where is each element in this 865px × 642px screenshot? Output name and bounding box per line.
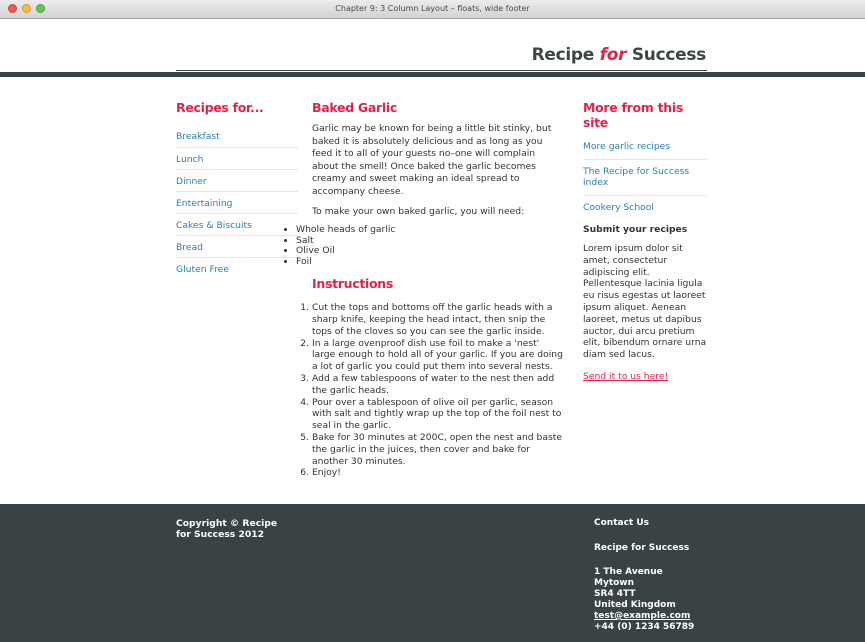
category-item: Bread (176, 235, 298, 257)
instruction-step: 6. Enjoy! (300, 467, 564, 479)
step-number: 5. (300, 431, 309, 443)
ingredient-list: Whole heads of garlic Salt Olive Oil Foi… (296, 225, 564, 267)
category-link-bread[interactable]: Bread (176, 242, 203, 253)
category-link-lunch[interactable]: Lunch (176, 154, 203, 165)
step-number: 3. (300, 372, 309, 384)
left-sidebar: Recipes for... Breakfast Lunch Dinner En… (176, 100, 298, 279)
contact-phone: +44 (0) 1234 56789 (594, 622, 695, 632)
right-sidebar: More from this site More garlic recipes … (583, 100, 707, 382)
step-number: 4. (300, 396, 309, 408)
instruction-step: 2. In a large ovenproof dish use foil to … (300, 337, 564, 373)
contact-heading: Contact Us (594, 518, 650, 528)
instruction-step: 3. Add a few tablespoons of water to the … (300, 372, 564, 397)
site-link-item: Cookery School (583, 194, 707, 220)
recipe-intro: Garlic may be known for being a little b… (312, 123, 552, 197)
site-logo[interactable]: Recipe for Success (531, 45, 707, 65)
category-link-dinner[interactable]: Dinner (176, 176, 207, 187)
category-item: Gluten Free (176, 257, 298, 279)
submit-recipes-heading: Submit your recipes (583, 224, 688, 235)
logo-word-success: Success (631, 45, 706, 65)
more-from-site-heading: More from this site (583, 100, 683, 130)
contact-block: Contact Us Recipe for Success 1 The Aven… (594, 518, 714, 633)
link-recipe-index[interactable]: The Recipe for Success index (583, 166, 689, 189)
step-text: Cut the tops and bottoms off the garlic … (312, 302, 553, 337)
step-text: Pour over a tablespoon of olive oil per … (312, 396, 562, 432)
category-item: Breakfast (176, 125, 298, 147)
step-text: Enjoy! (312, 467, 341, 479)
copyright-notice: Copyright © Recipe for Success 2012 (176, 518, 278, 540)
logo-word-recipe: Recipe (531, 45, 595, 65)
step-text: In a large ovenproof dish use foil to ma… (312, 337, 563, 373)
category-link-gluten-free[interactable]: Gluten Free (176, 264, 229, 275)
window-title: Chapter 9: 3 Column Layout – floats, wid… (335, 4, 530, 13)
site-link-item: More garlic recipes (583, 141, 707, 159)
recipe-category-list: Breakfast Lunch Dinner Entertaining Cake… (176, 125, 298, 279)
submit-recipes-text: Lorem ipsum dolor sit amet, consectetur … (583, 243, 707, 361)
instruction-step: 5. Bake for 30 minutes at 200C, open the … (300, 431, 564, 467)
ingredient-item: Olive Oil (296, 246, 564, 257)
contact-email-link[interactable]: test@example.com (594, 611, 690, 621)
step-number: 1. (300, 302, 309, 314)
category-link-cakes-biscuits[interactable]: Cakes & Biscuits (176, 220, 252, 231)
instruction-step: 1. Cut the tops and bottoms off the garli… (300, 302, 564, 337)
category-link-entertaining[interactable]: Entertaining (176, 198, 232, 209)
ingredient-item: Foil (296, 256, 564, 268)
instructions-heading: Instructions (312, 276, 394, 292)
category-item: Dinner (176, 169, 298, 191)
ingredient-item: Whole heads of garlic (296, 225, 564, 236)
address-line: 1 The Avenue (594, 567, 663, 577)
address-line: Mytown (594, 578, 635, 588)
send-recipe-link[interactable]: Send it to us here! (583, 371, 668, 382)
site-footer: Copyright © Recipe for Success 2012 Cont… (0, 504, 865, 642)
address-line: United Kingdom (594, 600, 676, 610)
instruction-steps: 1. Cut the tops and bottoms off the garli… (300, 302, 564, 479)
ingredients-lead: To make your own baked garlic, you will … (312, 205, 525, 217)
site-link-item: The Recipe for Success index (583, 158, 707, 195)
main-content: Baked Garlic Garlic may be known for bei… (284, 100, 564, 479)
category-item: Lunch (176, 147, 298, 169)
contact-organisation: Recipe for Success (594, 543, 690, 553)
site-links-list: More garlic recipes The Recipe for Succe… (583, 141, 707, 219)
window-titlebar: Chapter 9: 3 Column Layout – floats, wid… (0, 0, 865, 19)
category-link-breakfast[interactable]: Breakfast (176, 131, 220, 142)
step-text: Bake for 30 minutes at 200C, open the ne… (312, 431, 563, 467)
link-cookery-school[interactable]: Cookery School (583, 202, 654, 213)
recipe-title: Baked Garlic (312, 100, 397, 115)
category-item: Cakes & Biscuits (176, 213, 298, 235)
step-text: Add a few tablespoons of water to the ne… (312, 372, 555, 396)
recipes-heading: Recipes for... (176, 100, 264, 115)
header-rule (176, 70, 707, 71)
logo-word-for: for (599, 45, 627, 65)
step-number: 2. (300, 337, 309, 349)
ingredient-item: Salt (296, 235, 564, 247)
address-line: SR4 4TT (594, 589, 636, 599)
step-number: 6. (300, 467, 309, 479)
instruction-step: 4. Pour over a tablespoon of olive oil pe… (300, 396, 564, 432)
category-item: Entertaining (176, 191, 298, 213)
header-bar (0, 72, 865, 77)
link-more-garlic-recipes[interactable]: More garlic recipes (583, 141, 670, 152)
